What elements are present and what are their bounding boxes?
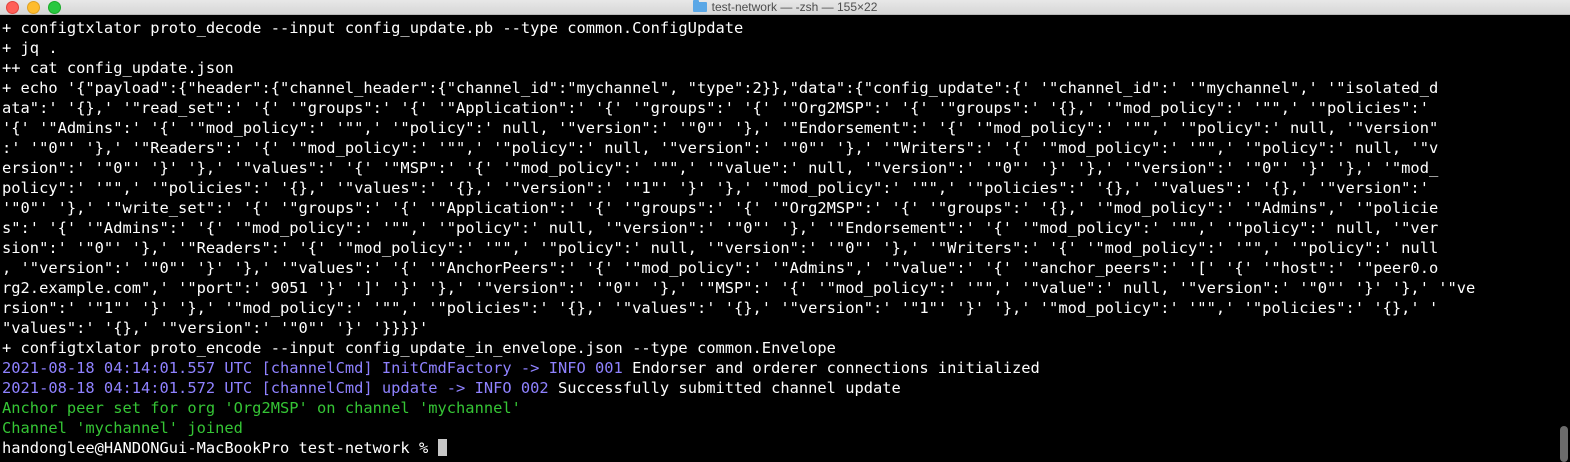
terminal-line: + jq .	[2, 39, 58, 57]
log-line: 2021-08-18 04:14:01.572 UTC [channelCmd]…	[0, 378, 1556, 398]
folder-icon	[692, 0, 707, 12]
terminal-line: ersion":' '"0"' '}' '},' '"values":' '{'…	[2, 159, 1439, 177]
window-title-area: test-network — -zsh — 155×22	[0, 0, 1570, 14]
scrollbar-thumb[interactable]	[1560, 426, 1568, 462]
terminal-line: sion":' '"0"' '},' '"Readers":' '{' '"mo…	[2, 239, 1439, 257]
terminal-line: rsion":' '"1"' '}' '},' '"mod_policy":' …	[2, 299, 1439, 317]
scrollbar[interactable]	[1560, 18, 1568, 462]
log-prefix: 2021-08-18 04:14:01.572 UTC [channelCmd]…	[2, 379, 549, 397]
terminal-output[interactable]: + configtxlator proto_decode --input con…	[0, 18, 1556, 462]
window-title: test-network — -zsh — 155×22	[711, 0, 878, 14]
terminal-line: ata":' '{},' '"read_set":' '{' '"groups"…	[2, 99, 1429, 117]
terminal-line: '{' '"Admins":' '{' '"mod_policy":' '"",…	[2, 119, 1439, 137]
title-bar: test-network — -zsh — 155×22	[0, 0, 1570, 15]
terminal-line: :' '"0"' '},' '"Readers":' '{' '"mod_pol…	[2, 139, 1439, 157]
terminal-line: s":' '{' '"Admins":' '{' '"mod_policy":'…	[2, 219, 1439, 237]
prompt-line[interactable]: handonglee@HANDONGui-MacBookPro test-net…	[0, 438, 1556, 458]
log-message: Endorser and orderer connections initial…	[622, 359, 1040, 377]
success-message: Anchor peer set for org 'Org2MSP' on cha…	[2, 399, 521, 417]
text-cursor	[437, 439, 447, 456]
log-prefix: 2021-08-18 04:14:01.557 UTC [channelCmd]…	[2, 359, 623, 377]
terminal-line: + configtxlator proto_decode --input con…	[2, 19, 744, 37]
terminal-line: policy":' '"",' '"policies":' '{},' '"va…	[2, 179, 1429, 197]
terminal-line: rg2.example.com",' '"port":' 9051 '}' ']…	[2, 279, 1476, 297]
terminal-line: "values":' '{},' '"version":' '"0"' '}' …	[2, 319, 429, 337]
log-message: Successfully submitted channel update	[548, 379, 901, 397]
shell-prompt: handonglee@HANDONGui-MacBookPro test-net…	[2, 439, 438, 457]
terminal-line: , '"version":' '"0"' '}' '},' '"values":…	[2, 259, 1439, 277]
success-message: Channel 'mychannel' joined	[2, 419, 243, 437]
log-line: 2021-08-18 04:14:01.557 UTC [channelCmd]…	[0, 358, 1556, 378]
terminal-line: ++ cat config_update.json	[2, 59, 234, 77]
terminal-line: '"0"' '},' '"write_set":' '{' '"groups":…	[2, 199, 1439, 217]
terminal-line: + configtxlator proto_encode --input con…	[2, 339, 836, 357]
terminal-line: + echo '{"payload":{"header":{"channel_h…	[2, 79, 1439, 97]
